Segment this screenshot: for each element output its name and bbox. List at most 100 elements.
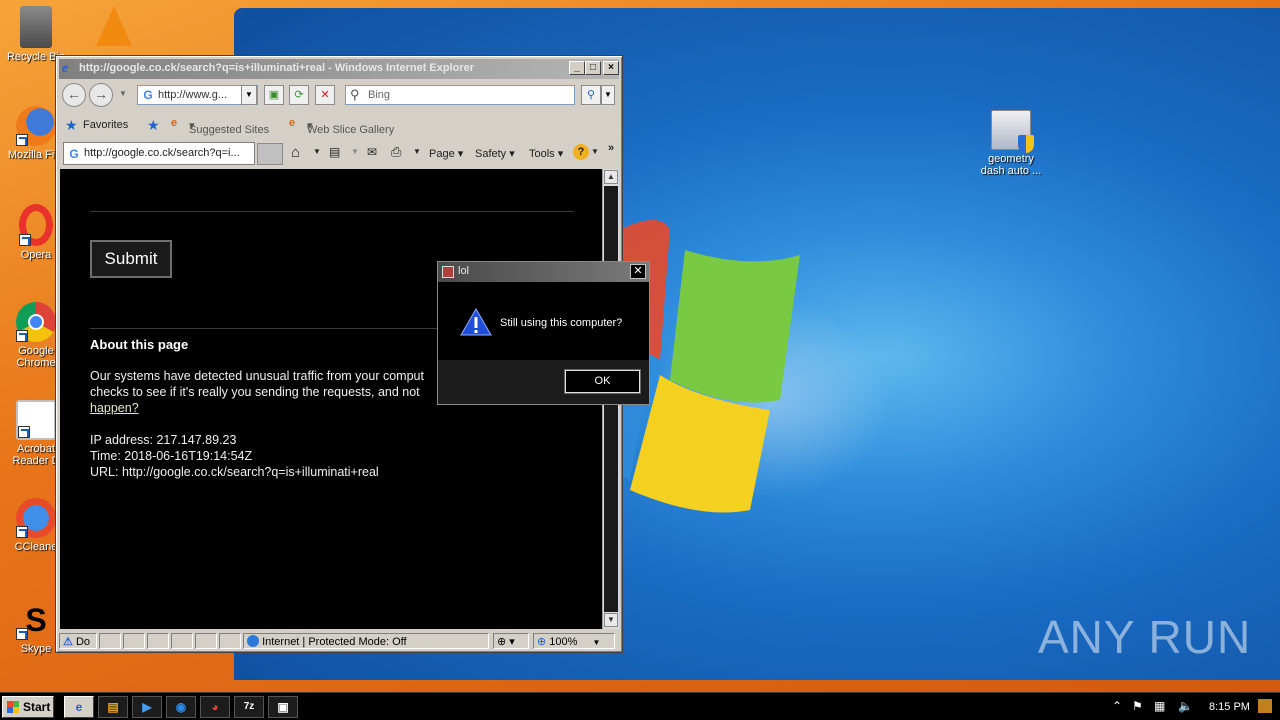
url-line: URL: http://google.co.ck/search?q=is+ill… <box>90 465 379 479</box>
search-button[interactable]: ⚲ <box>581 85 601 105</box>
stop-button[interactable]: ✕ <box>315 85 335 105</box>
divider <box>90 211 574 212</box>
submit-button[interactable]: Submit <box>90 240 172 278</box>
app-icon <box>442 266 454 278</box>
zone-text: Internet | Protected Mode: Off <box>262 636 407 648</box>
system-tray: ⌃ ⚑ ▦ 🔈 8:15 PM <box>1100 696 1275 718</box>
desktop-icon-label: geometry <box>988 153 1034 165</box>
firefox-icon <box>16 106 56 146</box>
status-text-cell: ⚠ Do <box>59 633 97 649</box>
protected-mode-button[interactable]: ⊕ ▾ <box>493 633 529 649</box>
ie-site-icon: e <box>289 117 296 129</box>
shortcut-arrow-icon <box>18 426 30 438</box>
back-button[interactable]: ← <box>62 83 86 107</box>
minimize-button[interactable]: _ <box>569 61 585 75</box>
tray-expand-icon[interactable]: ⌃ <box>1112 699 1122 713</box>
home-icon[interactable]: ⌂ <box>291 144 300 161</box>
scroll-up-button[interactable]: ▲ <box>604 170 618 184</box>
action-center-icon[interactable]: ⚑ <box>1132 699 1143 713</box>
status-cell <box>147 633 169 649</box>
taskbar-app-button[interactable]: ◉ <box>166 696 196 718</box>
favorites-bar: ★ Favorites ★ e Suggested Sites ▾ e Web … <box>59 114 619 138</box>
ie-logo-icon: e <box>62 61 69 76</box>
zoom-icon: ⊕ <box>537 636 547 648</box>
shield-icon <box>1018 135 1034 153</box>
ie-title-bar[interactable]: e http://google.co.ck/search?q=is+illumi… <box>59 59 619 79</box>
google-favicon-icon: G <box>143 88 153 102</box>
status-cell <box>99 633 121 649</box>
tab-title: http://google.co.ck/search?q=i... <box>84 147 240 159</box>
help-icon[interactable]: ? <box>573 144 589 160</box>
ie-site-icon: e <box>171 117 178 129</box>
warning-icon: ⚠ <box>63 636 73 648</box>
feeds-dropdown-icon[interactable]: ▼ <box>351 147 359 156</box>
safety-menu[interactable]: Safety ▾ <box>475 147 515 160</box>
taskbar-7zip-button[interactable]: 7z <box>234 696 264 718</box>
show-desktop-icon[interactable] <box>1258 699 1272 713</box>
desktop-icon-label-line2: dash auto ... <box>980 165 1042 177</box>
volume-icon[interactable]: 🔈 <box>1178 699 1193 713</box>
new-tab-button[interactable] <box>257 143 283 165</box>
history-dropdown-icon[interactable]: ▼ <box>119 89 127 98</box>
search-input[interactable]: ⚲ Bing <box>345 85 575 105</box>
help-dropdown-icon[interactable]: ▼ <box>591 147 599 156</box>
taskbar: Start e ▤ ▶ ◉ ◕ 7z ▣ ⌃ ⚑ ▦ 🔈 8:15 PM <box>0 692 1280 720</box>
print-dropdown-icon[interactable]: ▼ <box>413 147 421 156</box>
address-dropdown-button[interactable]: ▼ <box>241 85 257 105</box>
taskbar-media-player-button[interactable]: ▶ <box>132 696 162 718</box>
tools-menu[interactable]: Tools ▾ <box>529 147 563 160</box>
more-commands-icon[interactable]: » <box>608 142 614 154</box>
forward-button[interactable]: → <box>89 83 113 107</box>
suggested-sites-button[interactable]: Suggested Sites ▾ <box>189 119 269 136</box>
address-bar[interactable]: G http://www.g... <box>137 85 258 105</box>
maximize-button[interactable]: □ <box>585 61 601 75</box>
zoom-dropdown-icon: ▼ <box>592 638 601 647</box>
address-text: http://www.g... <box>158 89 228 101</box>
search-options-button[interactable]: ▼ <box>601 85 615 105</box>
desktop-icon-vlc[interactable] <box>78 6 150 49</box>
dialog-title-bar[interactable]: lol ✕ <box>438 262 649 282</box>
home-dropdown-icon[interactable]: ▼ <box>313 147 321 156</box>
taskbar-dialog-button[interactable]: ▣ <box>268 696 298 718</box>
time-line: Time: 2018-06-16T19:14:54Z <box>90 449 253 463</box>
zone-cell[interactable]: Internet | Protected Mode: Off <box>243 633 489 649</box>
web-slice-gallery-button[interactable]: Web Slice Gallery ▾ <box>307 119 394 136</box>
mail-icon[interactable]: ✉ <box>367 145 377 159</box>
zoom-button[interactable]: ⊕ 100% ▼ <box>533 633 615 649</box>
ie-window-title: http://google.co.ck/search?q=is+illumina… <box>79 62 475 74</box>
compatibility-view-button[interactable]: ▣ <box>264 85 284 105</box>
about-heading: About this page <box>90 337 189 352</box>
start-button[interactable]: Start <box>2 696 54 718</box>
explanation-line-2: checks to see if it's really you sending… <box>90 385 420 399</box>
add-favorites-icon[interactable]: ★ <box>147 117 160 134</box>
ok-button[interactable]: OK <box>564 369 641 394</box>
skype-icon: S <box>16 600 56 640</box>
desktop-icon-geometry-dash[interactable]: geometry dash auto ... <box>974 110 1048 177</box>
close-button[interactable]: × <box>603 61 619 75</box>
chrome-center-icon <box>28 314 44 330</box>
page-menu[interactable]: Page ▾ <box>429 147 463 160</box>
why-happen-link[interactable]: happen? <box>90 401 139 415</box>
opera-icon <box>19 204 53 246</box>
command-bar: G http://google.co.ck/search?q=i... ⌂ ▼ … <box>59 141 619 167</box>
taskbar-ie-button[interactable]: e <box>64 696 94 718</box>
message-dialog: lol ✕ Still using this computer? OK <box>437 261 650 405</box>
print-icon[interactable]: ⎙ <box>391 144 401 160</box>
refresh-button[interactable]: ⟳ <box>289 85 309 105</box>
scroll-down-button[interactable]: ▼ <box>604 613 618 627</box>
favorites-button[interactable]: Favorites <box>83 119 128 131</box>
ccleaner-icon <box>16 498 56 538</box>
network-icon[interactable]: ▦ <box>1154 699 1165 713</box>
status-cell <box>195 633 217 649</box>
status-text: Do <box>75 636 90 648</box>
dialog-close-button[interactable]: ✕ <box>630 264 646 279</box>
acrobat-icon <box>16 400 56 440</box>
browser-tab[interactable]: G http://google.co.ck/search?q=i... <box>63 142 255 165</box>
status-cell <box>123 633 145 649</box>
clock[interactable]: 8:15 PM <box>1209 701 1250 713</box>
explanation-line-1: Our systems have detected unusual traffi… <box>90 369 424 383</box>
warning-icon <box>460 308 492 336</box>
taskbar-chrome-button[interactable]: ◕ <box>200 696 230 718</box>
taskbar-explorer-button[interactable]: ▤ <box>98 696 128 718</box>
feeds-icon[interactable]: ▤ <box>329 145 340 159</box>
